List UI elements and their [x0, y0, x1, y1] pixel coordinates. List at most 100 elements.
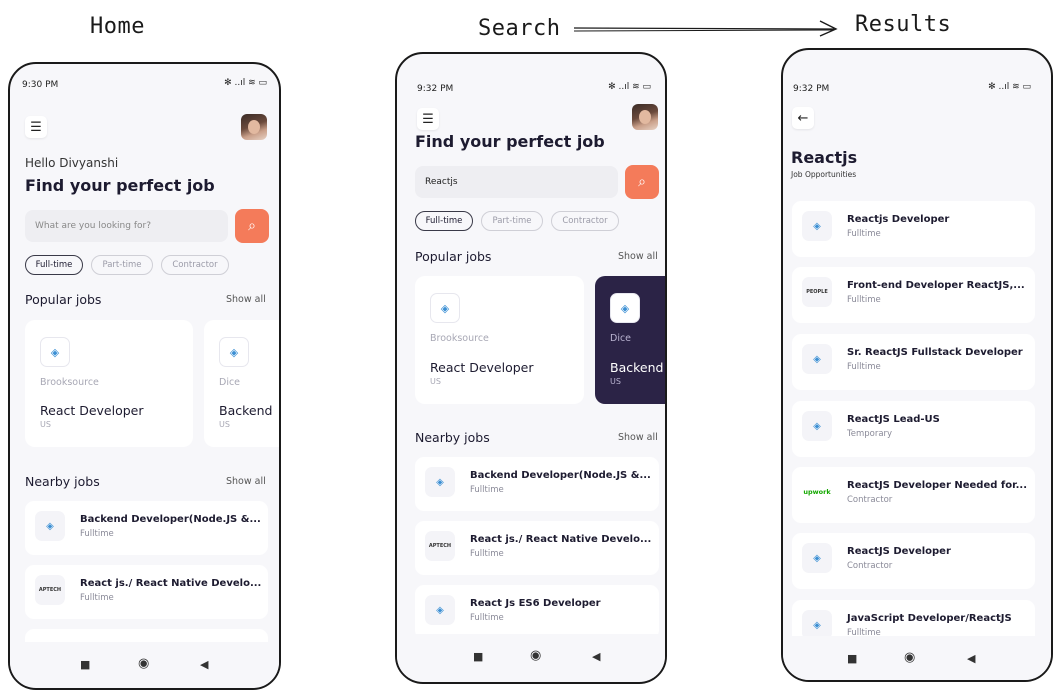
job-type: Fulltime [470, 613, 504, 623]
status-bar: 9:32 PM ✻ ..ıl ≋ ▭ [397, 54, 665, 94]
page-title: Find your perfect job [25, 176, 215, 195]
search-button[interactable]: ⌕ [625, 165, 659, 199]
results-phone: 9:32 PM ✻ ..ıl ≋ ▭ ← Reactjs Job Opportu… [781, 48, 1053, 682]
job-title: React Developer [40, 403, 144, 418]
job-title: Backend [219, 403, 273, 418]
page-title: Reactjs [791, 148, 858, 167]
home-phone: 9:30 PM ✻ ..ıl ≋ ▭ ☰ Hello Divyanshi Fin… [8, 62, 281, 690]
company-logo-icon: upwork [802, 477, 832, 507]
job-title: ReactJS Lead-US [847, 414, 940, 425]
nav-bar: ■ ◉ ◀ [783, 636, 1051, 680]
menu-icon: ☰ [422, 111, 434, 127]
recent-apps-icon[interactable]: ■ [473, 650, 483, 663]
chip-full-time[interactable]: Full-time [25, 255, 83, 275]
job-title: Reactjs Developer [847, 214, 950, 225]
chip-contractor[interactable]: Contractor [551, 211, 619, 231]
job-type: Contractor [847, 495, 893, 505]
status-time: 9:32 PM [417, 84, 454, 94]
show-all-popular[interactable]: Show all [618, 251, 658, 262]
company-name: Brooksource [430, 333, 489, 344]
chip-part-time[interactable]: Part-time [481, 211, 543, 231]
search-input[interactable]: What are you looking for? [25, 210, 228, 242]
recent-apps-icon[interactable]: ■ [80, 658, 90, 671]
list-item[interactable]: ◈ Backend Developer(Node.JS &... Fulltim… [415, 457, 659, 511]
search-phone: 9:32 PM ✻ ..ıl ≋ ▭ ☰ Find your perfect j… [395, 52, 667, 684]
home-nav-icon[interactable]: ◉ [530, 648, 541, 663]
job-location: US [430, 377, 441, 386]
result-item[interactable]: ◈ Reactjs Developer Fulltime [792, 201, 1035, 257]
status-time: 9:30 PM [22, 80, 59, 90]
company-logo-icon: ◈ [802, 543, 832, 573]
popular-card[interactable]: ◈ Brooksource React Developer US [25, 320, 193, 447]
back-nav-icon[interactable]: ◀ [967, 652, 975, 665]
system-icons: ✻ ..ıl ≋ ▭ [988, 82, 1031, 92]
list-item[interactable]: ◈ Backend Developer(Node.JS &... Fulltim… [25, 501, 268, 555]
greeting: Hello Divyanshi [25, 156, 119, 170]
job-type: Fulltime [80, 529, 114, 539]
chip-contractor[interactable]: Contractor [161, 255, 229, 275]
job-title: Backend Developer(Node.JS &... [80, 514, 261, 525]
company-name: Brooksource [40, 377, 99, 388]
result-item[interactable]: ◈ ReactJS Lead-US Temporary [792, 401, 1035, 457]
company-logo-icon: ◈ [802, 344, 832, 374]
nav-bar: ■ ◉ ◀ [10, 642, 279, 686]
chip-part-time[interactable]: Part-time [91, 255, 153, 275]
popular-card[interactable]: ◈ Brooksource React Developer US [415, 276, 584, 404]
company-logo-icon: ◈ [425, 595, 455, 625]
company-logo-icon: ◈ [219, 337, 249, 367]
popular-jobs-heading: Popular jobs [415, 249, 492, 264]
job-title: React js./ React Native Develo... [470, 534, 652, 545]
result-item[interactable]: ◈ Sr. ReactJS Fullstack Developer Fullti… [792, 334, 1035, 390]
job-title: Sr. ReactJS Fullstack Developer [847, 347, 1023, 358]
job-type: Fulltime [847, 295, 881, 305]
avatar[interactable] [632, 104, 658, 130]
menu-button[interactable]: ☰ [25, 116, 47, 138]
company-logo-icon: ◈ [40, 337, 70, 367]
status-time: 9:32 PM [793, 84, 830, 94]
job-location: US [40, 420, 51, 429]
job-title: Front-end Developer ReactJS,... [847, 280, 1025, 291]
popular-card[interactable]: ◈ Dice Backend US [595, 276, 665, 404]
nav-bar: ■ ◉ ◀ [397, 634, 665, 678]
company-name: Dice [219, 377, 241, 388]
company-logo-icon: ◈ [610, 293, 640, 323]
list-item[interactable]: ◈ React Js ES6 Developer Fulltime [415, 585, 659, 639]
list-item[interactable]: APTECH React js./ React Native Develo...… [415, 521, 659, 575]
job-title: Backend Developer(Node.JS &... [470, 470, 651, 481]
result-item[interactable]: ◈ ReactJS Developer Contractor [792, 533, 1035, 589]
job-type: Contractor [847, 561, 893, 571]
chip-full-time[interactable]: Full-time [415, 211, 473, 231]
system-icons: ✻ ..ıl ≋ ▭ [608, 82, 651, 92]
job-title: JavaScript Developer/ReactJS [847, 613, 1012, 624]
recent-apps-icon[interactable]: ■ [847, 652, 857, 665]
show-all-nearby[interactable]: Show all [618, 432, 658, 443]
search-input[interactable]: Reactjs [415, 166, 618, 198]
search-button[interactable]: ⌕ [235, 209, 269, 243]
result-item[interactable]: PEOPLE Front-end Developer ReactJS,... F… [792, 267, 1035, 323]
company-logo-icon: ◈ [802, 411, 832, 441]
back-nav-icon[interactable]: ◀ [592, 650, 600, 663]
nearby-jobs-heading: Nearby jobs [415, 430, 490, 445]
job-type: Temporary [847, 429, 893, 439]
status-bar: 9:30 PM ✻ ..ıl ≋ ▭ [10, 64, 279, 94]
arrow-icon [573, 20, 838, 37]
job-title: React Developer [430, 360, 534, 375]
menu-button[interactable]: ☰ [417, 108, 439, 130]
show-all-popular[interactable]: Show all [226, 294, 266, 305]
show-all-nearby[interactable]: Show all [226, 476, 266, 487]
home-nav-icon[interactable]: ◉ [904, 650, 915, 665]
job-title: React Js ES6 Developer [470, 598, 601, 609]
system-icons: ✻ ..ıl ≋ ▭ [224, 78, 267, 88]
back-nav-icon[interactable]: ◀ [200, 658, 208, 671]
back-button[interactable]: ← [792, 107, 814, 129]
list-item[interactable]: APTECH React js./ React Native Develo...… [25, 565, 268, 619]
company-logo-icon: APTECH [35, 575, 65, 605]
home-nav-icon[interactable]: ◉ [138, 656, 149, 671]
company-logo-icon: APTECH [425, 531, 455, 561]
menu-icon: ☰ [30, 119, 42, 135]
result-item[interactable]: upwork ReactJS Developer Needed for... C… [792, 467, 1035, 523]
popular-card[interactable]: ◈ Dice Backend US [204, 320, 279, 447]
search-icon: ⌕ [248, 218, 256, 234]
avatar[interactable] [241, 114, 267, 140]
job-type: Fulltime [847, 362, 881, 372]
